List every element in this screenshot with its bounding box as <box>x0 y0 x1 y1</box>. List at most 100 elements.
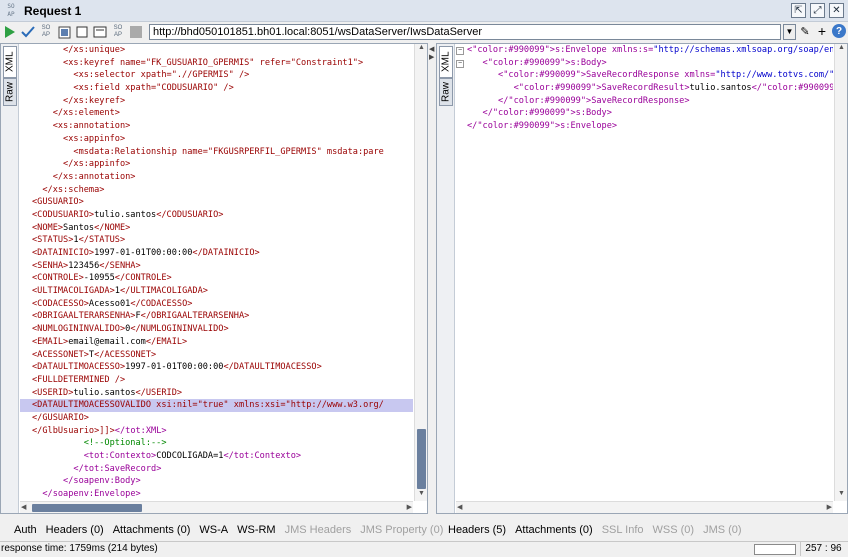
add-endpoint-icon[interactable]: + <box>815 23 829 39</box>
request-code-line[interactable]: </xs:keyref> <box>20 95 413 108</box>
response-code-line[interactable]: </"color:#990099">s:Envelope> <box>465 120 833 133</box>
scroll-right-icon[interactable]: ▶ <box>827 503 832 511</box>
request-code-line[interactable]: <NOME>Santos</NOME> <box>20 222 413 235</box>
endpoint-url-input[interactable]: http://bhd050101851.bh01.local:8051/wsDa… <box>149 24 781 40</box>
scroll-thumb[interactable] <box>417 429 426 489</box>
tab-xml[interactable]: XML <box>439 46 453 78</box>
tab-ws-rm[interactable]: WS-RM <box>237 524 276 536</box>
checkbox-icon[interactable] <box>74 24 90 40</box>
tab-raw[interactable]: Raw <box>439 78 453 106</box>
request-code-line[interactable]: <CONTROLE>-10955</CONTROLE> <box>20 272 413 285</box>
request-code-line[interactable]: <GUSUARIO> <box>20 196 413 209</box>
request-code-line[interactable]: <xs:selector xpath=".//GPERMIS" /> <box>20 69 413 82</box>
tab-headers[interactable]: Headers (0) <box>46 524 104 536</box>
help-icon[interactable]: ? <box>832 24 846 38</box>
request-code-line[interactable]: </xs:appinfo> <box>20 158 413 171</box>
request-code-line[interactable]: <msdata:Relationship name="FKGUSRPERFIL_… <box>20 146 413 159</box>
tab-headers[interactable]: Headers (5) <box>448 524 506 536</box>
request-xml-content[interactable]: </xs:unique> <xs:keyref name="FK_GUSUARI… <box>20 44 413 501</box>
response-code-line[interactable]: <"color:#990099">s:Envelope xmlns:s="htt… <box>465 44 833 57</box>
request-code-line[interactable]: <xs:field xpath="CODUSUARIO" /> <box>20 82 413 95</box>
tab-jms-headers[interactable]: JMS Headers <box>285 524 352 536</box>
vertical-scrollbar[interactable]: ▲ ▼ <box>834 44 847 501</box>
zoom-icon[interactable] <box>56 24 72 40</box>
tab-ssl-info[interactable]: SSL Info <box>602 524 644 536</box>
request-code-line[interactable]: <tot:Contexto>CODCOLIGADA=1</tot:Context… <box>20 450 413 463</box>
pane-splitter[interactable]: ◀ ▶ <box>429 43 435 514</box>
export-icon[interactable]: SO AP <box>110 24 126 40</box>
response-code-line[interactable]: <"color:#990099">s:Body> <box>465 57 833 70</box>
tab-attachments[interactable]: Attachments (0) <box>515 524 593 536</box>
response-code-line[interactable]: <"color:#990099">SaveRecordResult>tulio.… <box>465 82 833 95</box>
response-code-line[interactable]: </"color:#990099">s:Body> <box>465 107 833 120</box>
request-code-line[interactable]: <ACESSONET>T</ACESSONET> <box>20 349 413 362</box>
request-code-line[interactable]: <xs:appinfo> <box>20 133 413 146</box>
request-code-line[interactable]: <ULTIMACOLIGADA>1</ULTIMACOLIGADA> <box>20 285 413 298</box>
scroll-down-icon[interactable]: ▼ <box>415 490 428 501</box>
run-icon[interactable] <box>2 24 18 40</box>
request-code-line[interactable]: </GUSUARIO> <box>20 412 413 425</box>
request-code-line[interactable]: <FULLDETERMINED /> <box>20 374 413 387</box>
request-code-line[interactable]: <CODACESSO>Acesso01</CODACESSO> <box>20 298 413 311</box>
request-code-line[interactable]: <xs:keyref name="FK_GUSUARIO_GPERMIS" re… <box>20 57 413 70</box>
chevron-down-icon[interactable]: ▼ <box>783 24 796 40</box>
horizontal-scrollbar[interactable]: ◀ ▶ <box>456 501 833 513</box>
request-code-line[interactable]: <DATAULTIMOACESSOVALIDO xsi:nil="true" x… <box>20 399 413 412</box>
request-code-line[interactable]: </soapenv:Body> <box>20 475 413 488</box>
response-bottom-tabs: Headers (5) Attachments (0) SSL Info WSS… <box>448 520 742 540</box>
request-code-line[interactable]: <!--Optional:--> <box>20 437 413 450</box>
fold-icon[interactable]: − <box>456 47 464 55</box>
close-icon[interactable]: ✕ <box>829 3 844 18</box>
request-code-line[interactable]: <DATAULTIMOACESSO>1997-01-01T00:00:00</D… <box>20 361 413 374</box>
create-request-icon[interactable]: SO AP <box>38 24 54 40</box>
response-code-line[interactable]: </"color:#990099">SaveRecordResponse> <box>465 95 833 108</box>
scroll-left-icon[interactable]: ◀ <box>21 503 26 511</box>
tab-xml[interactable]: XML <box>3 46 17 78</box>
edit-endpoint-icon[interactable]: ✎ <box>798 24 812 38</box>
request-code-line[interactable]: <DATAINICIO>1997-01-01T00:00:00</DATAINI… <box>20 247 413 260</box>
tab-jms-property[interactable]: JMS Property (0) <box>360 524 443 536</box>
request-code-line[interactable]: <STATUS>1</STATUS> <box>20 234 413 247</box>
request-code-line[interactable]: </xs:annotation> <box>20 171 413 184</box>
add-assertion-icon[interactable] <box>20 24 36 40</box>
stop-icon[interactable] <box>128 24 144 40</box>
request-code-line[interactable]: <OBRIGAALTERARSENHA>F</OBRIGAALTERARSENH… <box>20 310 413 323</box>
scroll-thumb[interactable] <box>32 504 142 512</box>
request-code-line[interactable]: </GlbUsuario>]]></tot:XML> <box>20 425 413 438</box>
horizontal-scrollbar[interactable]: ◀ ▶ <box>20 501 413 513</box>
request-code-line[interactable]: </xs:unique> <box>20 44 413 57</box>
scroll-left-icon[interactable]: ◀ <box>457 503 462 511</box>
request-code-line[interactable]: </soapenv:Envelope> <box>20 488 413 501</box>
maximize-icon[interactable]: ⤢ <box>810 3 825 18</box>
tab-attachments[interactable]: Attachments (0) <box>113 524 191 536</box>
scroll-up-icon[interactable]: ▲ <box>835 44 848 55</box>
status-bar: response time: 1759ms (214 bytes) 257 : … <box>0 541 848 557</box>
detach-icon[interactable]: ⇱ <box>791 3 806 18</box>
tab-raw[interactable]: Raw <box>3 78 17 106</box>
options-icon[interactable] <box>92 24 108 40</box>
response-xml-content[interactable]: <"color:#990099">s:Envelope xmlns:s="htt… <box>465 44 833 501</box>
request-code-line[interactable]: </tot:SaveRecord> <box>20 463 413 476</box>
tab-ws-a[interactable]: WS-A <box>199 524 228 536</box>
request-code-line[interactable]: <CODUSUARIO>tulio.santos</CODUSUARIO> <box>20 209 413 222</box>
response-code-line[interactable]: <"color:#990099">SaveRecordResponse xmln… <box>465 69 833 82</box>
request-code-line[interactable]: <EMAIL>email@email.com</EMAIL> <box>20 336 413 349</box>
request-code-line[interactable]: <USERID>tulio.santos</USERID> <box>20 387 413 400</box>
request-code-line[interactable]: </xs:element> <box>20 107 413 120</box>
tab-wss[interactable]: WSS (0) <box>653 524 695 536</box>
request-code-line[interactable]: </xs:schema> <box>20 184 413 197</box>
vertical-scrollbar[interactable]: ▲ ▼ <box>414 44 427 501</box>
request-code-line[interactable]: <xs:annotation> <box>20 120 413 133</box>
collapse-right-icon[interactable]: ▶ <box>429 53 434 61</box>
fold-icon[interactable]: − <box>456 60 464 68</box>
title-bar: SO AP Request 1 ⇱ ⤢ ✕ <box>0 0 848 22</box>
window-title: Request 1 <box>24 3 82 18</box>
request-code-line[interactable]: <SENHA>123456</SENHA> <box>20 260 413 273</box>
scroll-down-icon[interactable]: ▼ <box>835 490 848 501</box>
scroll-up-icon[interactable]: ▲ <box>415 44 428 55</box>
request-code-line[interactable]: <NUMLOGININVALIDO>0</NUMLOGININVALIDO> <box>20 323 413 336</box>
scroll-right-icon[interactable]: ▶ <box>407 503 412 511</box>
tab-jms[interactable]: JMS (0) <box>703 524 742 536</box>
tab-auth[interactable]: Auth <box>14 524 37 536</box>
collapse-left-icon[interactable]: ◀ <box>429 45 434 53</box>
